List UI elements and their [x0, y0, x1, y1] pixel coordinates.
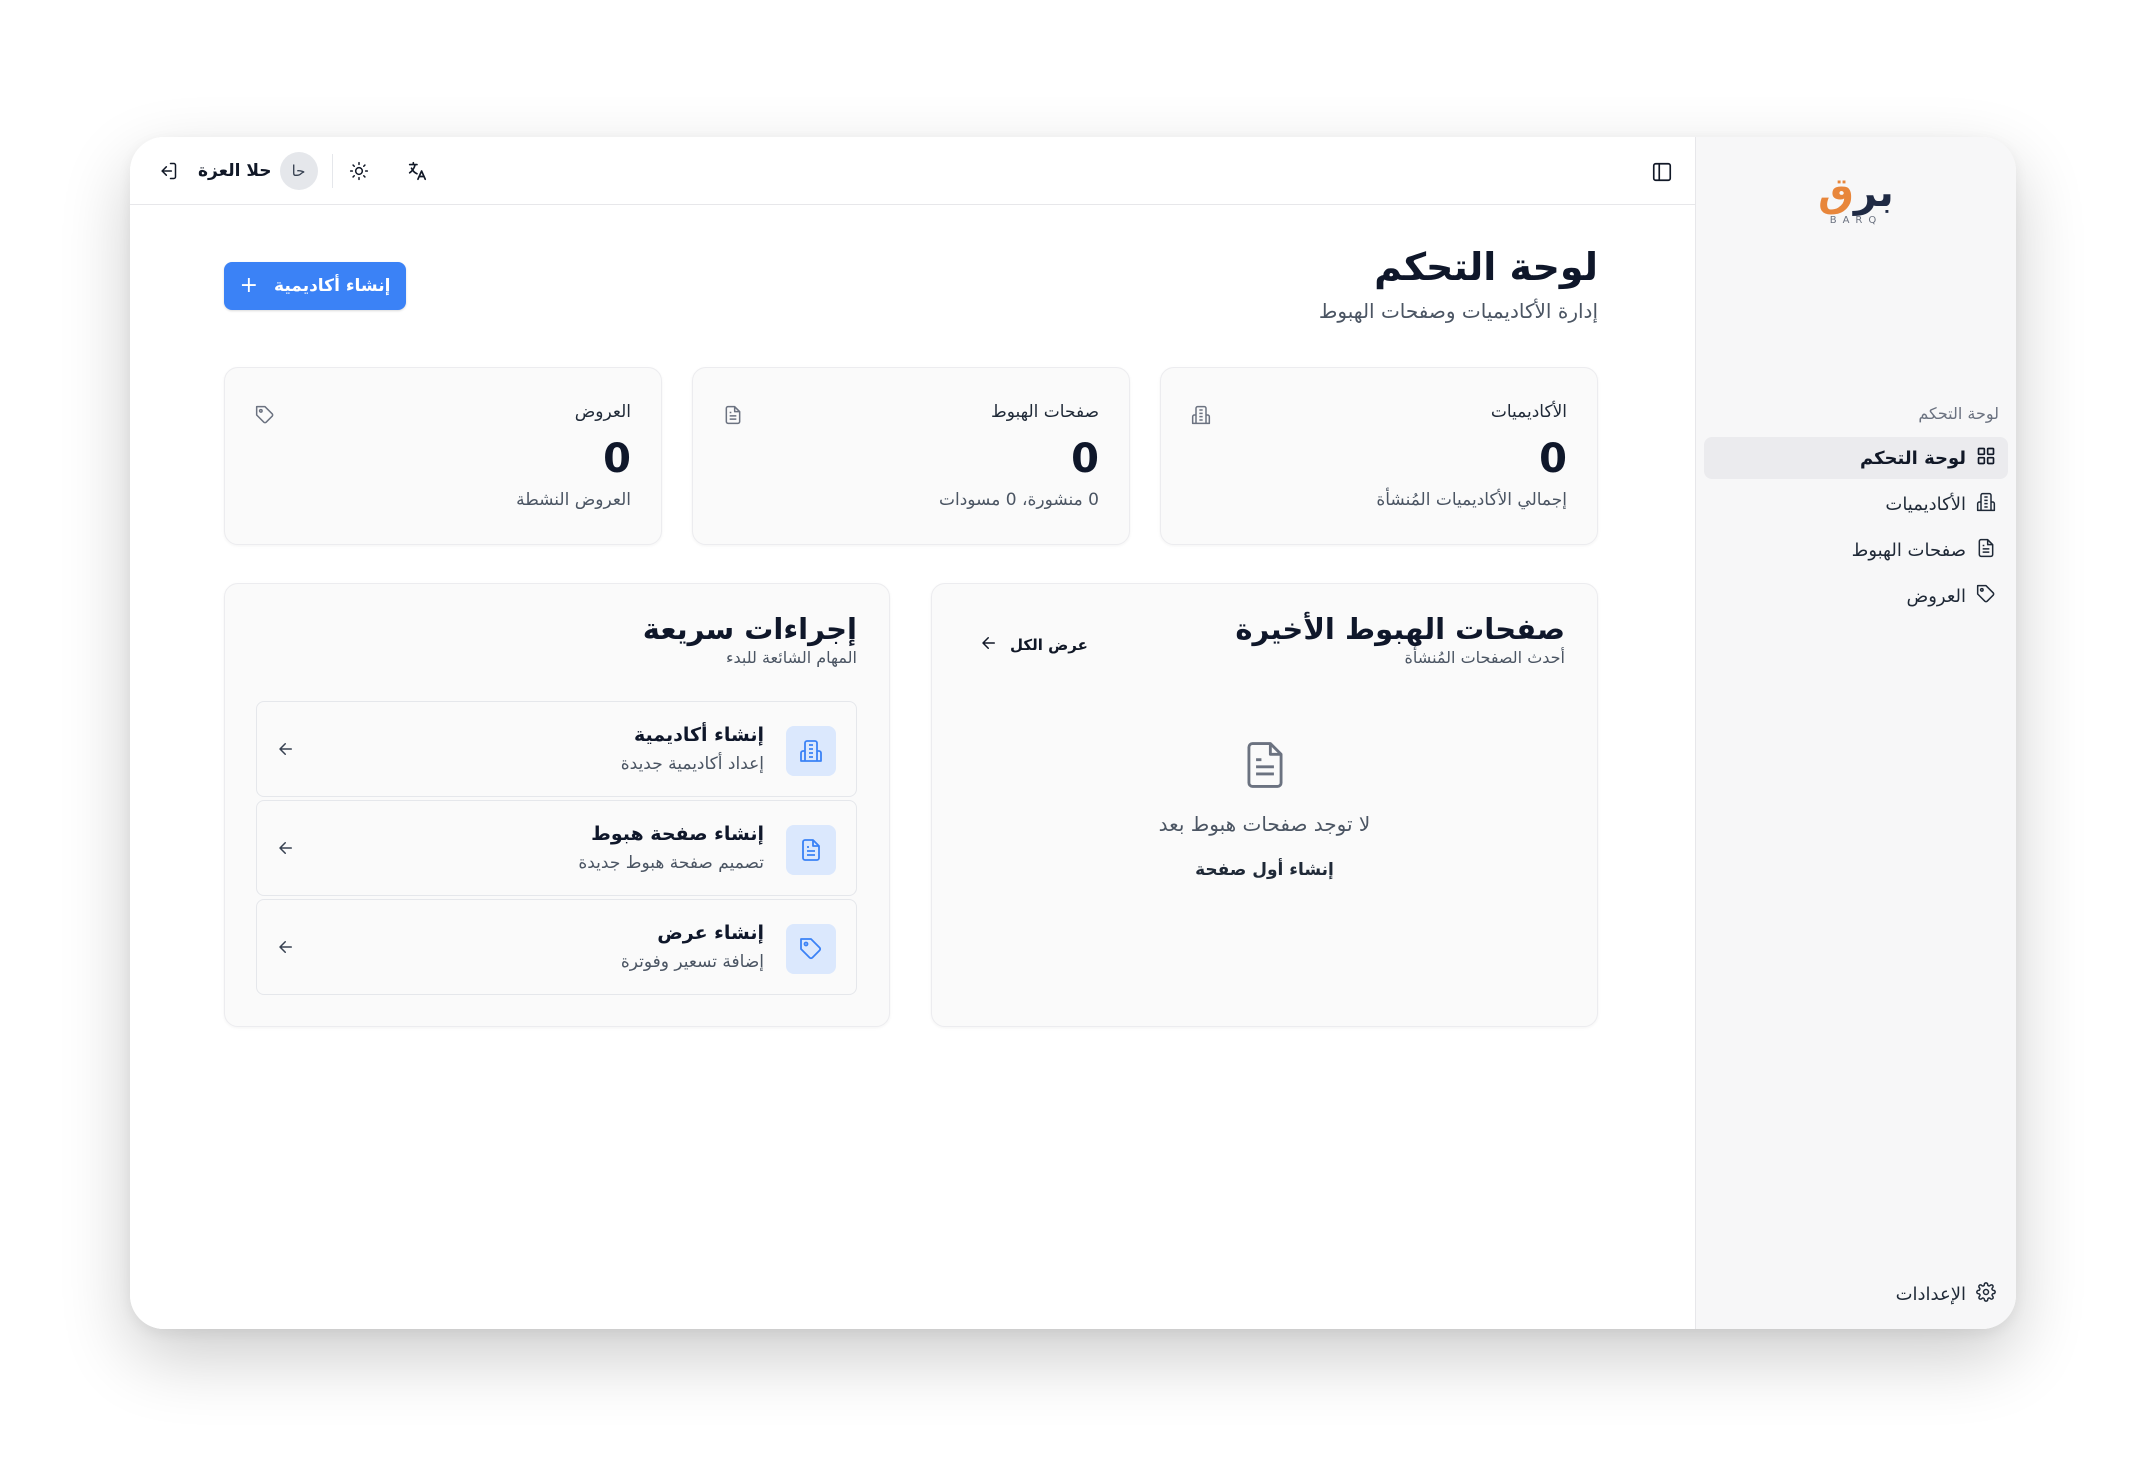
topbar: حلا العزة حا: [130, 137, 1695, 205]
tag-icon: [786, 924, 836, 974]
stat-label: الأكاديميات: [1490, 402, 1567, 422]
topbar-actions: حلا العزة حا: [156, 151, 429, 191]
main-content: حلا العزة حا لوحة التحكم إدارة الأكاديمي…: [130, 137, 1695, 1329]
card-subtitle: أحدث الصفحات المُنشأة: [1404, 648, 1565, 667]
user-menu[interactable]: حلا العزة حا: [198, 152, 318, 190]
app-window: برق BARQ لوحة التحكم لوحة التحكم الأكادي…: [130, 137, 2016, 1329]
create-academy-label: إنشاء أكاديمية: [274, 276, 391, 296]
dashboard-grid-icon: [1976, 446, 1996, 471]
stat-note: إجمالي الأكاديميات المُنشأة: [1376, 490, 1567, 510]
empty-state-text: لا توجد صفحات هبوط بعد: [1158, 812, 1371, 836]
arrow-left-icon: [277, 839, 295, 857]
stat-value: 0: [603, 436, 631, 482]
arrow-left-icon: [277, 938, 295, 956]
sidebar-item-dashboard[interactable]: لوحة التحكم: [1704, 437, 2008, 479]
view-all-link[interactable]: عرض الكل: [980, 634, 1088, 656]
arrow-left-icon: [980, 634, 998, 656]
empty-file-icon: [1243, 740, 1287, 790]
file-text-icon: [1976, 538, 1996, 563]
quick-action-create-offer[interactable]: إنشاء عرض إضافة تسعير وفوترة: [256, 899, 857, 995]
logo-accent: ق: [1818, 170, 1854, 216]
stat-label: العروض: [574, 402, 631, 422]
settings-label: الإعدادات: [1895, 1284, 1966, 1305]
tag-icon: [255, 405, 275, 425]
sidebar-item-settings[interactable]: الإعدادات: [1896, 1282, 1996, 1307]
gear-icon: [1976, 1282, 1996, 1307]
sidebar-toggle-icon[interactable]: [1651, 161, 1673, 183]
language-translate-icon[interactable]: [405, 159, 429, 183]
stat-label: صفحات الهبوط: [991, 402, 1099, 422]
create-academy-button[interactable]: إنشاء أكاديمية +: [224, 262, 406, 310]
plus-icon: +: [239, 273, 259, 298]
card-title: صفحات الهبوط الأخيرة: [1235, 612, 1565, 646]
logo-subtitle: BARQ: [1829, 215, 1883, 226]
logo-text: بر: [1853, 170, 1894, 216]
stat-value: 0: [1071, 436, 1099, 482]
stat-note: العروض النشطة: [516, 490, 631, 510]
arrow-left-icon: [277, 740, 295, 758]
brand-logo[interactable]: برق BARQ: [1696, 173, 2016, 226]
sidebar-group-label: لوحة التحكم: [1918, 404, 1999, 423]
sidebar-item-landing-pages[interactable]: صفحات الهبوط: [1704, 529, 2008, 571]
card-subtitle: المهام الشائعة للبدء: [725, 648, 857, 667]
quick-action-title: إنشاء أكاديمية: [633, 724, 764, 746]
quick-action-title: إنشاء صفحة هبوط: [591, 823, 764, 845]
view-all-label: عرض الكل: [1010, 636, 1088, 654]
sidebar-item-offers[interactable]: العروض: [1704, 575, 2008, 617]
quick-action-create-landing-page[interactable]: إنشاء صفحة هبوط تصميم صفحة هبوط جديدة: [256, 800, 857, 896]
page-subtitle: إدارة الأكاديميات وصفحات الهبوط: [1318, 299, 1598, 323]
sidebar-item-label: الأكاديميات: [1885, 493, 1966, 515]
stat-card-landing-pages: صفحات الهبوط 0 0 منشورة، 0 مسودات: [692, 367, 1130, 545]
building-icon: [1191, 405, 1211, 425]
recent-landing-pages-card: صفحات الهبوط الأخيرة أحدث الصفحات المُنش…: [931, 583, 1598, 1027]
quick-action-create-academy[interactable]: إنشاء أكاديمية إعداد أكاديمية جديدة: [256, 701, 857, 797]
quick-action-subtitle: إعداد أكاديمية جديدة: [620, 754, 764, 774]
building-icon: [1976, 492, 1996, 517]
stat-note: 0 منشورة، 0 مسودات: [938, 490, 1099, 510]
quick-actions-card: إجراءات سريعة المهام الشائعة للبدء إنشاء…: [224, 583, 890, 1027]
stat-card-offers: العروض 0 العروض النشطة: [224, 367, 662, 545]
file-text-icon: [786, 825, 836, 875]
page-title: لوحة التحكم: [1374, 245, 1598, 289]
quick-action-title: إنشاء عرض: [657, 922, 764, 944]
tag-icon: [1976, 584, 1996, 609]
file-text-icon: [723, 405, 743, 425]
quick-action-subtitle: إضافة تسعير وفوترة: [620, 952, 764, 972]
sidebar-item-label: صفحات الهبوط: [1851, 539, 1966, 561]
card-title: إجراءات سريعة: [642, 612, 857, 646]
stat-value: 0: [1539, 436, 1567, 482]
user-name: حلا العزة: [198, 161, 272, 181]
sidebar-item-label: العروض: [1906, 585, 1966, 607]
sidebar-item-label: لوحة التحكم: [1859, 447, 1966, 469]
logout-icon[interactable]: [156, 159, 180, 183]
quick-actions-list: إنشاء أكاديمية إعداد أكاديمية جديدة إنشا…: [256, 701, 857, 998]
create-first-page-link[interactable]: إنشاء أول صفحة: [932, 860, 1597, 880]
stat-card-academies: الأكاديميات 0 إجمالي الأكاديميات المُنشأ…: [1160, 367, 1598, 545]
building-icon: [786, 726, 836, 776]
theme-toggle-sun-icon[interactable]: [347, 159, 371, 183]
avatar: حا: [279, 152, 318, 190]
sidebar-nav: لوحة التحكم الأكاديميات صفحات الهبوط الع…: [1704, 437, 2008, 621]
stats-row: الأكاديميات 0 إجمالي الأكاديميات المُنشأ…: [224, 367, 1598, 545]
topbar-divider: [331, 154, 333, 188]
sidebar: برق BARQ لوحة التحكم لوحة التحكم الأكادي…: [1695, 137, 2016, 1329]
quick-action-subtitle: تصميم صفحة هبوط جديدة: [578, 853, 764, 873]
sidebar-item-academies[interactable]: الأكاديميات: [1704, 483, 2008, 525]
